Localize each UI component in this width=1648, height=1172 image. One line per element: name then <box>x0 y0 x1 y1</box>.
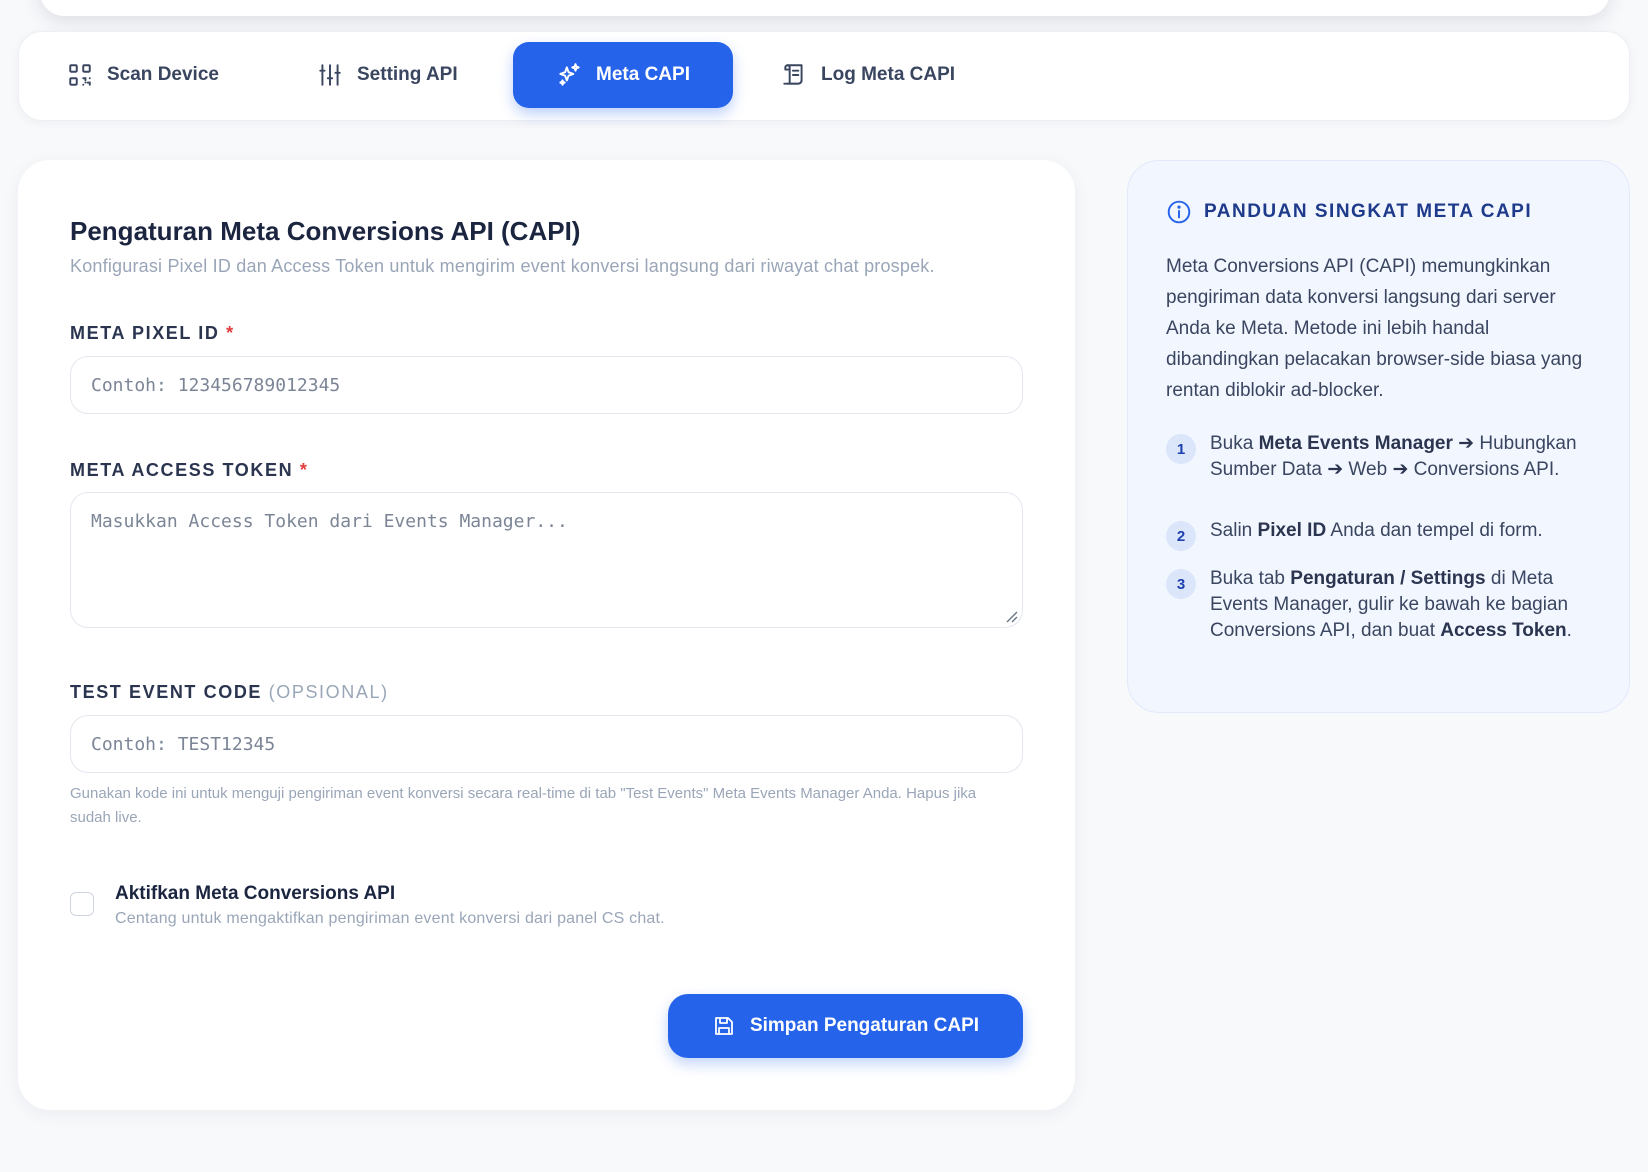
step-text: Buka Meta Events Manager ➔ Hubungkan Sum… <box>1210 433 1577 480</box>
pixel-id-label-text: META PIXEL ID <box>70 323 220 343</box>
enable-capi-checkbox[interactable] <box>70 892 94 916</box>
sliders-icon <box>319 64 341 86</box>
guide-panel: PANDUAN SINGKAT META CAPI Meta Conversio… <box>1127 160 1630 713</box>
step-number: 2 <box>1166 521 1196 551</box>
save-button-label: Simpan Pengaturan CAPI <box>749 1015 980 1036</box>
test-event-code-label-text: TEST EVENT CODE <box>70 682 263 702</box>
test-event-code-input[interactable]: Contoh: TEST12345 <box>70 715 1023 773</box>
capi-settings-card: Pengaturan Meta Conversions API (CAPI) K… <box>18 160 1075 1110</box>
step-number: 1 <box>1166 434 1196 464</box>
pixel-id-placeholder: Contoh: 123456789012345 <box>91 374 341 396</box>
tab-meta-capi[interactable]: Meta CAPI <box>513 42 733 108</box>
page-title: Pengaturan Meta Conversions API (CAPI) <box>70 216 581 246</box>
resize-grip-icon[interactable] <box>1004 609 1018 623</box>
tab-label: Setting API <box>357 64 458 85</box>
test-event-code-label: TEST EVENT CODE (OPSIONAL) <box>70 682 389 703</box>
tab-setting-api[interactable]: Setting API <box>317 42 487 108</box>
tab-scan-device[interactable]: Scan Device <box>67 42 237 108</box>
guide-step: 2 Salin Pixel ID Anda dan tempel di form… <box>1166 518 1596 551</box>
guide-intro: Meta Conversions API (CAPI) memungkinkan… <box>1166 256 1583 401</box>
required-mark: * <box>226 323 235 343</box>
required-mark: * <box>299 460 309 480</box>
test-event-code-help: Gunakan kode ini untuk menguji pengirima… <box>70 785 977 826</box>
page-subtitle: Konfigurasi Pixel ID dan Access Token un… <box>70 256 935 276</box>
step-number: 3 <box>1166 569 1196 599</box>
tab-label: Meta CAPI <box>596 64 690 85</box>
step-text: Salin Pixel ID Anda dan tempel di form. <box>1210 520 1543 541</box>
save-capi-button[interactable]: Simpan Pengaturan CAPI <box>668 994 1023 1058</box>
info-icon <box>1167 200 1191 224</box>
guide-step: 3 Buka tab Pengaturan / Settings di Meta… <box>1166 566 1596 644</box>
optional-mark: (OPSIONAL) <box>268 682 389 702</box>
access-token-textarea[interactable]: Masukkan Access Token dari Events Manage… <box>70 492 1023 628</box>
guide-title: PANDUAN SINGKAT META CAPI <box>1204 201 1533 222</box>
pixel-id-input[interactable]: Contoh: 123456789012345 <box>70 356 1023 414</box>
guide-step: 1 Buka Meta Events Manager ➔ Hubungkan S… <box>1166 431 1596 483</box>
tab-bar: Scan Device Setting API Meta CAPI Log Me… <box>18 31 1630 121</box>
guide-header: PANDUAN SINGKAT META CAPI <box>1166 199 1532 225</box>
step-text: Buka tab Pengaturan / Settings di Meta E… <box>1210 568 1572 641</box>
pixel-id-label: META PIXEL ID * <box>70 323 235 344</box>
save-icon <box>715 1017 733 1035</box>
enable-capi-title: Aktifkan Meta Conversions API <box>115 883 396 904</box>
access-token-label-text: META ACCESS TOKEN <box>70 460 294 480</box>
top-header-edge <box>40 0 1610 16</box>
enable-capi-subtitle: Centang untuk mengaktifkan pengiriman ev… <box>115 910 665 927</box>
tab-label: Scan Device <box>107 64 219 85</box>
qr-code-icon <box>69 64 91 86</box>
access-token-label: META ACCESS TOKEN * <box>70 460 308 481</box>
tab-label: Log Meta CAPI <box>821 64 956 85</box>
access-token-placeholder: Masukkan Access Token dari Events Manage… <box>91 511 568 532</box>
test-event-code-placeholder: Contoh: TEST12345 <box>91 733 276 755</box>
scroll-icon <box>783 64 803 85</box>
sparkles-icon <box>559 63 580 86</box>
tab-log-meta-capi[interactable]: Log Meta CAPI <box>781 42 971 108</box>
